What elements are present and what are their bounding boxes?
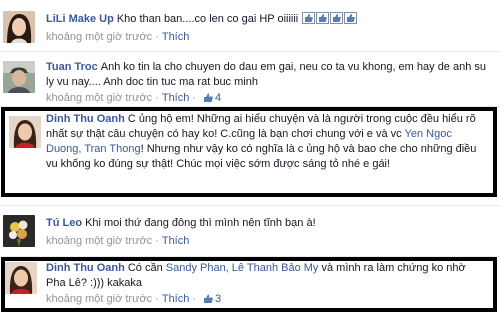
tagged-users[interactable]: Sandy Phan, Lê Thanh Bảo My	[166, 262, 319, 274]
timestamp[interactable]: khoảng một giờ trước	[46, 293, 152, 305]
comment-dinh-thu-oanh-1: Dinh Thu Oanh C ủng hộ em! Những ai hiểu …	[0, 107, 500, 197]
avatar[interactable]	[3, 61, 35, 93]
comment-meta: khoảng một giờ trước · Thích	[46, 30, 494, 44]
separator-dot: ·	[155, 92, 159, 104]
comment-text: Kho than ban....co len co gai HP oiiiiii	[116, 13, 299, 25]
commenter-name[interactable]: Tuan Troc	[46, 61, 98, 73]
like-count[interactable]: 3	[215, 293, 221, 305]
comment-meta: khoảng một giờ trước · Thích · 4	[46, 91, 494, 105]
separator-dot: ·	[155, 293, 159, 305]
thumbs-up-icon	[344, 12, 358, 24]
timestamp[interactable]: khoảng một giờ trước	[46, 235, 152, 247]
like-link[interactable]: Thích	[162, 235, 190, 247]
comment-text: Khi moi thứ đang đông thì mình nên tĩnh …	[85, 217, 316, 229]
commenter-name[interactable]: LiLi Make Up	[46, 13, 114, 25]
avatar[interactable]	[5, 262, 37, 294]
timestamp[interactable]: khoảng một giờ trước	[46, 31, 152, 43]
comment-meta: khoảng một giờ trước · Thích · 3	[46, 292, 488, 306]
like-count[interactable]: 4	[215, 92, 221, 104]
thumbs-up-icon	[330, 12, 344, 24]
commenter-name[interactable]: Dinh Thu Oanh	[46, 262, 125, 274]
comment-body: Tú Leo Khi moi thứ đang đông thì mình nên…	[46, 216, 494, 248]
thumbs-up-icon	[302, 12, 316, 24]
comment-body: LiLi Make Up Kho than ban....co len co ga…	[46, 12, 494, 44]
comment-lili-make-up: LiLi Make Up Kho than ban....co len co ga…	[0, 0, 500, 46]
comment-text: Có cần	[127, 262, 166, 274]
like-link[interactable]: Thích	[162, 92, 190, 104]
comment-tu-leo: Tú Leo Khi moi thứ đang đông thì mình nên…	[0, 206, 500, 256]
avatar[interactable]	[9, 116, 41, 148]
timestamp[interactable]: khoảng một giờ trước	[46, 92, 152, 104]
thumbs-up-icon	[316, 12, 330, 24]
avatar[interactable]	[3, 11, 35, 43]
like-link[interactable]: Thích	[162, 31, 190, 43]
separator-dot: ·	[192, 92, 197, 104]
thumbs-up-icon	[204, 294, 213, 303]
comment-body: Tuan Troc Anh ko tin la cho chuyen do dau…	[46, 60, 494, 105]
thumbs-up-emoji-row	[298, 12, 358, 25]
separator-dot: ·	[155, 235, 159, 247]
commenter-name[interactable]: Tú Leo	[46, 217, 82, 229]
commenter-name[interactable]: Dinh Thu Oanh	[46, 113, 125, 125]
comment-tuan-troc: Tuan Troc Anh ko tin la cho chuyen do dau…	[0, 52, 500, 106]
separator-dot: ·	[155, 31, 159, 43]
comment-meta: khoảng một giờ trước · Thích	[46, 234, 494, 248]
separator-dot: ·	[192, 293, 197, 305]
comment-text: Anh ko tin la cho chuyen do dau em gai, …	[46, 61, 487, 88]
avatar[interactable]	[3, 215, 35, 247]
like-link[interactable]: Thích	[162, 293, 190, 305]
comment-body: Dinh Thu Oanh C ủng hộ em! Những ai hiểu …	[46, 112, 488, 172]
thumbs-up-icon	[204, 93, 213, 102]
comment-dinh-thu-oanh-2: Dinh Thu Oanh Có cần Sandy Phan, Lê Thanh…	[0, 257, 500, 312]
comment-body: Dinh Thu Oanh Có cần Sandy Phan, Lê Thanh…	[46, 261, 488, 306]
